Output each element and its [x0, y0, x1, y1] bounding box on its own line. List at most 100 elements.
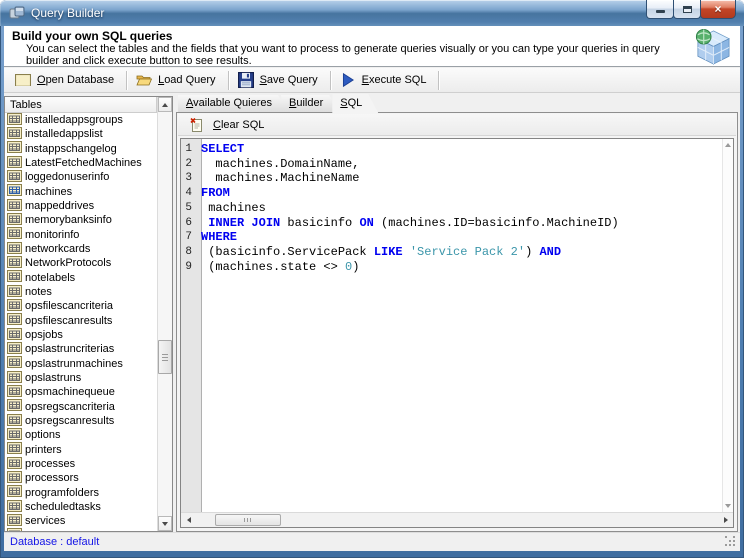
editor-horizontal-scrollbar[interactable] — [181, 512, 733, 527]
table-list-item[interactable]: shareaccess — [5, 529, 157, 531]
line-number: 9 — [181, 260, 197, 275]
clear-sql-button[interactable]: Clear SQL — [181, 115, 272, 135]
line-number: 3 — [181, 171, 197, 186]
open-folder-icon — [136, 72, 152, 88]
table-list-item[interactable]: instappschangelog — [5, 142, 157, 156]
table-list-item[interactable]: processes — [5, 457, 157, 471]
table-list-item[interactable]: notes — [5, 285, 157, 299]
table-icon — [7, 457, 22, 472]
table-icon — [7, 442, 22, 457]
table-list-item[interactable]: installedappslist — [5, 127, 157, 141]
code-text: (basicinfo.ServicePack LIKE 'Service Pac… — [197, 245, 561, 260]
scroll-up-arrow-icon — [162, 103, 168, 107]
table-list-item[interactable]: opsfilescancriteria — [5, 299, 157, 313]
code-line: 6 INNER JOIN basicinfo ON (machines.ID=b… — [181, 216, 722, 231]
code-line: 2 machines.DomainName, — [181, 157, 722, 172]
status-text: Database : default — [10, 536, 99, 548]
table-list-item[interactable]: loggedonuserinfo — [5, 170, 157, 184]
table-list-item[interactable]: options — [5, 428, 157, 442]
table-list-item[interactable]: opslastruns — [5, 371, 157, 385]
resize-grip-icon[interactable] — [725, 536, 737, 548]
table-icon — [7, 213, 22, 228]
save-floppy-icon — [238, 72, 254, 88]
execute-sql-button[interactable]: Execute SQL — [334, 69, 436, 91]
line-number: 2 — [181, 157, 197, 172]
table-icon — [7, 471, 22, 486]
scroll-up-button[interactable] — [158, 97, 172, 112]
table-list-item[interactable]: processors — [5, 471, 157, 485]
sql-code-area[interactable]: 1 SELECT 2 machines.DomainName, 3 machin… — [181, 139, 722, 512]
table-icon — [7, 270, 22, 285]
code-line: 7 WHERE — [181, 230, 722, 245]
table-list-item[interactable]: monitorinfo — [5, 228, 157, 242]
table-icon — [7, 141, 22, 156]
editor-scroll-right-arrow-icon — [724, 517, 728, 523]
table-list-item[interactable]: installedappsgroups — [5, 113, 157, 127]
table-icon — [7, 342, 22, 357]
table-list-item[interactable]: opsmachinequeue — [5, 385, 157, 399]
line-number: 1 — [181, 142, 197, 157]
clear-sql-icon — [189, 117, 205, 133]
editor-vertical-scrollbar[interactable] — [722, 139, 733, 512]
table-list-item[interactable]: LatestFetchedMachines — [5, 156, 157, 170]
table-list-item[interactable]: notelabels — [5, 271, 157, 285]
table-icon — [7, 285, 22, 300]
table-list-item[interactable]: opsregscanresults — [5, 414, 157, 428]
table-list-item[interactable]: NetworkProtocols — [5, 256, 157, 270]
clear-sql-label: Clear SQL — [213, 119, 264, 131]
window-controls: × — [647, 0, 736, 19]
tabstrip: Available Quieres Builder SQL — [176, 94, 738, 112]
save-query-button[interactable]: Save Query — [232, 69, 327, 91]
scroll-down-button[interactable] — [158, 516, 172, 531]
query-builder-window: Query Builder × Build your own SQL queri… — [0, 0, 744, 558]
table-list-item[interactable]: printers — [5, 443, 157, 457]
table-icon — [7, 399, 22, 414]
tables-scrollbar-thumb[interactable] — [158, 340, 172, 374]
code-text: machines.DomainName, — [197, 157, 359, 172]
table-list-item[interactable]: opsjobs — [5, 328, 157, 342]
maximize-button[interactable] — [673, 0, 701, 19]
table-list-item[interactable]: memorybanksinfo — [5, 213, 157, 227]
table-icon — [7, 299, 22, 314]
scroll-down-arrow-icon — [162, 522, 168, 526]
table-list-item[interactable]: scheduledtasks — [5, 500, 157, 514]
minimize-button[interactable] — [646, 0, 674, 19]
minimize-icon — [656, 10, 665, 13]
tables-panel: Tables installedappsgroups installedapps… — [4, 96, 173, 532]
table-icon — [7, 227, 22, 242]
sql-editor[interactable]: 1 SELECT 2 machines.DomainName, 3 machin… — [180, 138, 734, 528]
tables-list-header[interactable]: Tables — [5, 97, 157, 113]
close-button[interactable]: × — [700, 0, 736, 19]
table-list-item[interactable]: networkcards — [5, 242, 157, 256]
table-list-item[interactable]: programfolders — [5, 486, 157, 500]
code-text: INNER JOIN basicinfo ON (machines.ID=bas… — [197, 216, 619, 231]
tab-available-quieres[interactable]: Available Quieres — [178, 95, 288, 112]
editor-scroll-left-arrow-icon — [187, 517, 191, 523]
load-query-button[interactable]: Load Query — [130, 69, 225, 91]
sql-tab-pane: Clear SQL 1 SELECT 2 machines.DomainName… — [176, 112, 738, 532]
tables-scrollbar[interactable] — [157, 97, 172, 531]
toolbar-separator — [330, 71, 331, 90]
close-icon: × — [714, 3, 721, 15]
open-database-button[interactable]: Open Database — [9, 69, 123, 91]
table-icon — [7, 199, 22, 214]
header-panel: Build your own SQL queries You can selec… — [4, 26, 740, 67]
table-list-item[interactable]: machines — [5, 185, 157, 199]
table-icon — [7, 528, 22, 531]
query-panel: Available Quieres Builder SQL Clear SQL … — [176, 94, 738, 532]
titlebar[interactable]: Query Builder × — [0, 0, 744, 26]
editor-scroll-up-arrow-icon — [725, 143, 731, 147]
code-line: 4 FROM — [181, 186, 722, 201]
table-list-item[interactable]: opsregscancriteria — [5, 400, 157, 414]
table-list-item[interactable]: opsfilescanresults — [5, 314, 157, 328]
table-list-item[interactable]: mappeddrives — [5, 199, 157, 213]
tab-builder[interactable]: Builder — [281, 95, 339, 112]
table-icon — [7, 127, 22, 142]
table-list-item[interactable]: services — [5, 514, 157, 528]
tab-sql[interactable]: SQL — [332, 94, 378, 113]
table-list-item[interactable]: opslastrunmachines — [5, 357, 157, 371]
editor-hscroll-thumb[interactable] — [215, 514, 281, 526]
toolbar-separator — [228, 71, 229, 90]
table-list-item[interactable]: opslastruncriterias — [5, 342, 157, 356]
tables-list: installedappsgroups installedappslist in… — [5, 113, 157, 531]
